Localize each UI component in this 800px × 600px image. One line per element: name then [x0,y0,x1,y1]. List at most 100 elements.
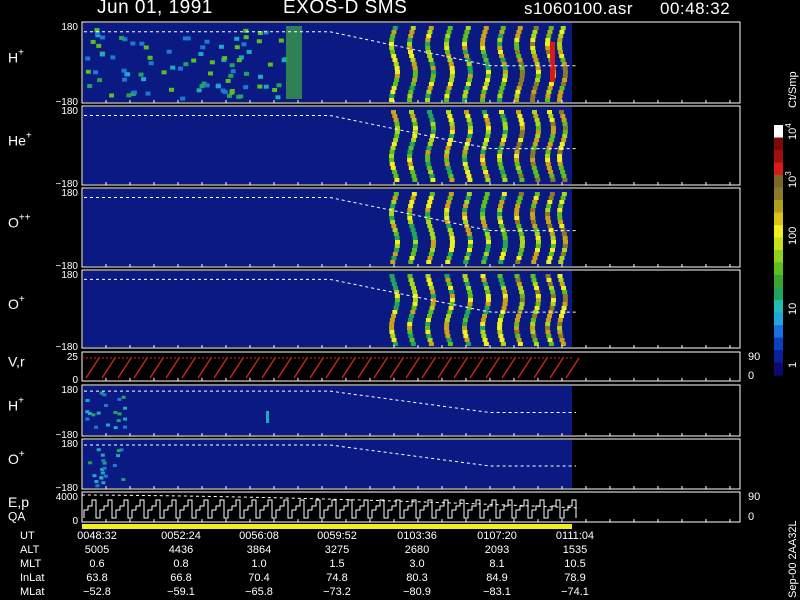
spectrogram-cell [462,46,468,50]
panel-8: 4000 0 E,pQA 90 0 [8,491,760,529]
spectrogram-cell [445,146,451,150]
spectrogram-cell [515,334,521,338]
spectrogram-cell [444,318,450,322]
spectrogram-cell [481,278,487,282]
spectrogram-cell [464,86,470,90]
colorbar-swatch [774,125,783,138]
spectrogram-cell [467,244,473,248]
spectrogram-cell [428,342,434,346]
spectrogram-cell [394,130,400,134]
spectrogram-cell [515,90,521,94]
spectrogram-cell [447,252,453,256]
spectrogram-cell [558,90,564,94]
spectrogram-cell [485,240,491,244]
spectrogram-cell [530,98,536,102]
spectrogram-cell [427,314,433,318]
spectrogram-cell [412,236,418,240]
spectrogram-cell [500,228,506,232]
spectrogram-cell [516,314,522,318]
spectrogram-cell [463,334,469,338]
spectrogram-cell [532,54,538,58]
spectrogram-cell [532,338,538,342]
spectrogram-cell [515,204,521,208]
spectrogram-cell [502,74,508,78]
spectrogram-cell [545,98,551,102]
spectrogram-cell [466,118,472,122]
spectrogram-cell [466,286,472,290]
spectrogram-cell [518,174,524,178]
spectrogram-cell [557,330,563,334]
spectrogram-background [83,386,572,435]
spectrogram-cell [394,240,400,244]
panel-label-sup: ++ [19,213,31,224]
spectrogram-cell [481,110,487,114]
spectrogram-cell [410,196,416,200]
spectrogram-cell [449,66,455,70]
spectrogram-cell [449,126,455,130]
spectrogram-cell [390,110,396,114]
spectrogram-cell [500,26,506,30]
spectrogram-cell [90,39,96,44]
spectrogram-cell [411,192,417,196]
spectrogram-cell [462,274,468,278]
spectrogram-cell [466,174,472,178]
spectrogram-cell [483,26,489,30]
spectrogram-cell [497,212,503,216]
spectrogram-cell [467,178,473,182]
spectrogram-cell [466,306,472,310]
spectrogram-cell [547,200,553,204]
spectrogram-cell [480,212,486,216]
spectrogram-cell [408,146,414,150]
panel-label: E,p [8,494,29,510]
row-value: 4436 [168,544,194,556]
spectrogram-cell [532,142,538,146]
spectrogram-cell [467,122,473,126]
spectrogram-cell [485,290,491,294]
spectrogram-cell [530,46,536,50]
spectrogram-cell [464,200,470,204]
spectrogram-cell [547,256,553,260]
spectrogram-cell [533,82,539,86]
spectrogram-cell [234,45,240,50]
spectrogram-cell [502,302,508,306]
spectrogram-cell [545,330,551,334]
spectrogram-cell [483,252,489,256]
spectrogram-cell [498,204,504,208]
spectrogram-cell [430,66,436,70]
spectrogram-cell [516,224,522,228]
spectrogram-cell [449,74,455,78]
panel-label: He+ [8,131,32,149]
spectrogram-cell [412,178,418,182]
spectrogram-cell [116,454,121,458]
colorbar-swatch [774,262,783,276]
spectrogram-cell [444,162,450,166]
spectrogram-cell [559,30,565,34]
spectrogram-cell [518,286,524,290]
spectrogram-cell [550,122,556,126]
spectrogram-cell [498,110,504,114]
spectrogram-cell [518,306,524,310]
spectrogram-cell [209,60,215,65]
spectrogram-cell [562,74,568,78]
spectrogram-cell [497,326,503,330]
colorbar-swatch [774,200,783,213]
spectrogram-cell [392,310,398,314]
spectrogram-cell [482,314,488,318]
spectrogram-cell [557,158,563,162]
spectrogram-cell [485,294,491,298]
spectrogram-cell [518,248,524,252]
spectrogram-cell [559,224,565,228]
spectrogram-cell [85,410,90,414]
spectrogram-cell [99,391,104,395]
spectrogram-cell [445,166,451,170]
colorbar-swatch [774,175,783,188]
spectrogram-cell [230,69,236,74]
spectrogram-cell [272,88,278,93]
spectrogram-cell [411,138,417,142]
row-value: 2680 [404,544,430,556]
panel-label-sup: + [18,48,24,59]
spectrogram-cell [550,244,556,248]
spectrogram-cell [530,158,536,162]
spectrogram-cell [447,310,453,314]
spectrogram-cell [501,248,507,252]
